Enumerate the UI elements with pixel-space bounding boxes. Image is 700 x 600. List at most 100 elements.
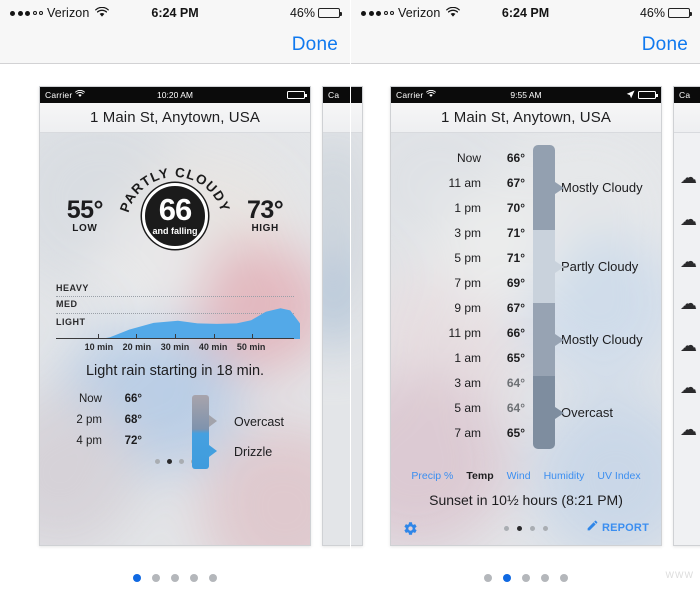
mini-dot-0[interactable] — [154, 459, 160, 464]
metric-tabs[interactable]: Precip % Temp Wind Humidity UV Index — [391, 470, 661, 482]
blurred-weather-backdrop — [323, 133, 350, 545]
peek-phone-far-right[interactable]: Ca ☁ ☁ ☁ ☁ ☁ ☁ ☁ — [673, 86, 700, 546]
footer-dot-0[interactable] — [504, 525, 509, 531]
hourly-row: 7 pm 69° — [391, 270, 661, 295]
carousel-stage-left[interactable]: Ca Carrier 10:20 AM 1 Main St, Anytown, … — [0, 64, 350, 600]
hour-time-5: 7 pm — [454, 275, 481, 290]
signal-strength-icon — [10, 10, 43, 16]
condition-arrow-1 — [555, 260, 564, 273]
page-dot-left-1[interactable] — [152, 574, 160, 582]
mini-pagination-dots[interactable] — [40, 459, 310, 464]
current-temp-value: 66 — [158, 192, 192, 228]
hour-time-1: 11 am — [448, 175, 481, 190]
page-dot-left-4[interactable] — [209, 574, 217, 582]
chart-tickmark-3 — [213, 334, 215, 339]
metric-tab-uv-index[interactable]: UV Index — [597, 470, 640, 482]
metric-tab-humidity[interactable]: Humidity — [544, 470, 585, 482]
footer-dot-2[interactable] — [530, 525, 535, 531]
sunset-info: Sunset in 10½ hours (8:21 PM) — [429, 492, 623, 508]
left-screenshot-panel: Verizon 6:24 PM 46% Done Ca Carrier 10:2… — [0, 0, 350, 600]
current-temp-badge: PARTLY CLOUDY 66 and falling — [119, 163, 231, 267]
metric-tab-temp[interactable]: Temp — [466, 470, 493, 482]
location-title-left: 1 Main St, Anytown, USA — [40, 103, 310, 133]
peek-phone-body — [323, 133, 350, 545]
peek-phone-body-left — [351, 133, 362, 545]
hour-time-10: 5 am — [454, 400, 481, 415]
phone-battery-icon — [638, 91, 658, 99]
battery-icon — [318, 8, 342, 18]
metric-tab-precip[interactable]: Precip % — [411, 470, 453, 482]
hourly-forecast-list: Now 66° 11 am 67° 1 pm 70° 3 pm 71° 5 pm 71° 7 pm 6… — [391, 133, 661, 545]
carousel-stage-right[interactable]: Carrier 9:55 AM 1 Main St, Anytown, USA — [351, 64, 700, 600]
peek-phone-left[interactable] — [351, 86, 363, 546]
precipitation-area-series — [56, 308, 300, 339]
footer-dot-1[interactable] — [517, 525, 522, 531]
nav-bar-right: Done — [351, 26, 700, 64]
low-temp-block: 55° LOW — [67, 196, 104, 234]
done-button[interactable]: Done — [292, 34, 338, 56]
page-dot-right-3[interactable] — [540, 574, 549, 582]
hour-time-4: 5 pm — [454, 250, 481, 265]
phone-battery-icon — [287, 91, 307, 99]
peek-phone-status-bar-left — [351, 87, 362, 103]
page-dot-right-2[interactable] — [521, 574, 530, 582]
signal-strength-icon — [361, 10, 394, 16]
peek-phone-right[interactable]: Ca — [322, 86, 350, 546]
footer-dot-3[interactable] — [543, 525, 548, 531]
high-temp-value: 73° — [247, 196, 284, 224]
condition-arrow-0 — [555, 181, 564, 194]
phone-screenshot-right[interactable]: Carrier 9:55 AM 1 Main St, Anytown, USA — [390, 86, 662, 546]
condition-label-1: Partly Cloudy — [561, 258, 639, 274]
chart-tick-0: 10 min — [84, 342, 114, 352]
hour-temp-2: 70° — [506, 200, 525, 215]
condition-arrow-3 — [555, 406, 564, 419]
mini-dot-1[interactable] — [166, 459, 172, 464]
page-dot-right-1[interactable] — [502, 574, 511, 582]
condition-segment-2 — [533, 303, 555, 377]
ios-status-bar-left: Verizon 6:24 PM 46% — [0, 0, 350, 26]
condition-segment-3 — [533, 376, 555, 449]
phone-footer-bar: REPORT — [391, 516, 661, 540]
mini-condition-label-0: Overcast — [234, 415, 285, 429]
hourly-row: 3 pm 71° — [391, 220, 661, 245]
precipitation-chart: HEAVY MED LIGHT 10 min 20 min 30 min 40 min… — [54, 283, 300, 355]
hourly-row: 9 pm 67° — [391, 295, 661, 320]
chart-tick-2: 30 min — [160, 342, 190, 352]
hour-temp-3: 71° — [506, 225, 525, 240]
mini-hour-time-2: 4 pm — [76, 435, 102, 447]
mini-hour-time-0: Now — [78, 393, 102, 405]
metric-tab-wind[interactable]: Wind — [507, 470, 531, 482]
chart-tick-3: 40 min — [198, 342, 228, 352]
ios-status-bar-right: Verizon 6:24 PM 46% — [351, 0, 700, 26]
chart-tick-4: 50 min — [236, 342, 266, 352]
hour-temp-6: 67° — [506, 300, 525, 315]
peek-phone-status-bar-far: Ca — [674, 87, 700, 103]
phone-battery-group — [287, 91, 307, 99]
hour-time-2: 1 pm — [454, 200, 481, 215]
hourly-row: 1 am 65° — [391, 345, 661, 370]
hourly-row: Now 66° — [391, 145, 661, 170]
nav-bar-left: Done — [0, 26, 350, 64]
carousel-pagination-right[interactable] — [351, 574, 700, 582]
page-dot-left-3[interactable] — [190, 574, 198, 582]
chart-x-tick-labels: 10 min 20 min 30 min 40 min 50 min — [56, 339, 294, 355]
peek-carrier-label: Ca — [679, 90, 691, 100]
page-dot-left-0[interactable] — [133, 574, 141, 582]
carrier-name: Verizon — [47, 6, 90, 20]
hour-temp-9: 64° — [506, 375, 525, 390]
page-dot-right-0[interactable] — [483, 574, 492, 582]
done-button[interactable]: Done — [642, 34, 688, 56]
status-bar-carrier-group: Verizon — [10, 6, 110, 21]
mini-dot-2[interactable] — [178, 459, 184, 464]
battery-icon — [668, 8, 692, 18]
high-temp-block: 73° HIGH — [247, 196, 284, 234]
hour-time-3: 3 pm — [454, 225, 481, 240]
rain-forecast-note: Light rain starting in 18 min. — [85, 363, 265, 379]
page-dot-left-2[interactable] — [171, 574, 179, 582]
chart-tickmark-4 — [252, 334, 254, 339]
carousel-pagination-left[interactable] — [0, 574, 350, 582]
peek-phone-body-far: ☁ ☁ ☁ ☁ ☁ ☁ ☁ — [674, 133, 700, 545]
footer-pagination-dots[interactable] — [391, 525, 661, 531]
page-dot-right-4[interactable] — [559, 574, 568, 582]
phone-screenshot-left[interactable]: Carrier 10:20 AM 1 Main St, Anytown, USA — [39, 86, 311, 546]
